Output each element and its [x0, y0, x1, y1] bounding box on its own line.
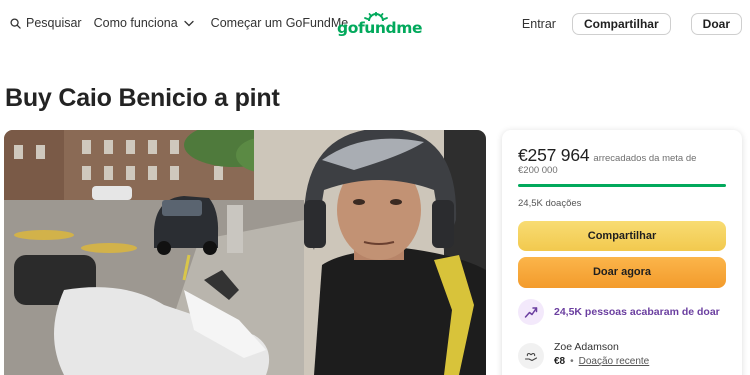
chevron-down-icon — [184, 16, 194, 30]
hand-heart-icon — [518, 343, 544, 369]
donation-card: €257 964 arrecadados da meta de €200 000… — [502, 130, 742, 375]
share-button[interactable]: Compartilhar — [518, 221, 726, 251]
recent-donor-row: Zoe Adamson €8 • Doação recente — [518, 341, 649, 369]
nav-left: Pesquisar Como funciona Começar um GoFun… — [10, 16, 348, 30]
raised-amount: €257 964 — [518, 145, 590, 165]
raised-row: €257 964 arrecadados da meta de — [518, 145, 696, 166]
raised-label: arrecadados da meta de — [593, 153, 697, 164]
nav-donate-button[interactable]: Doar — [690, 13, 742, 35]
activity-row: 24,5K pessoas acabaram de doar — [518, 299, 720, 325]
how-it-works-label: Como funciona — [93, 16, 178, 30]
separator-dot: • — [570, 356, 574, 367]
donate-now-button[interactable]: Doar agora — [518, 257, 726, 288]
donor-meta: €8 • Doação recente — [554, 356, 649, 367]
donor-info: Zoe Adamson €8 • Doação recente — [554, 341, 649, 367]
search-icon — [10, 17, 21, 29]
goal-amount: €200 000 — [518, 165, 558, 176]
donor-amount: €8 — [554, 356, 566, 367]
progress-bar — [518, 184, 726, 187]
logo-text: gofundme — [337, 19, 423, 37]
signin-link[interactable]: Entrar — [522, 17, 556, 31]
how-it-works-menu[interactable]: Como funciona — [94, 16, 194, 30]
page-title: Buy Caio Benicio a pint — [5, 84, 280, 112]
trend-up-icon — [518, 299, 544, 325]
campaign-photo[interactable] — [4, 130, 486, 375]
progress-fill — [518, 184, 726, 187]
nav-share-button[interactable]: Compartilhar — [571, 13, 671, 35]
nav-right: Entrar Compartilhar Doar — [522, 13, 742, 35]
start-gofundme-label: Começar um GoFundMe — [210, 16, 349, 30]
activity-text: 24,5K pessoas acabaram de doar — [554, 306, 720, 318]
search-label: Pesquisar — [26, 16, 82, 30]
recent-donation-link[interactable]: Doação recente — [579, 356, 650, 367]
search-link[interactable]: Pesquisar — [10, 16, 82, 30]
campaign-photo-illustration — [4, 130, 486, 375]
donor-name: Zoe Adamson — [554, 341, 619, 353]
donations-count: 24,5K doações — [518, 198, 582, 209]
start-gofundme-link[interactable]: Começar um GoFundMe — [211, 16, 349, 30]
top-nav: Pesquisar Como funciona Começar um GoFun… — [0, 0, 750, 48]
